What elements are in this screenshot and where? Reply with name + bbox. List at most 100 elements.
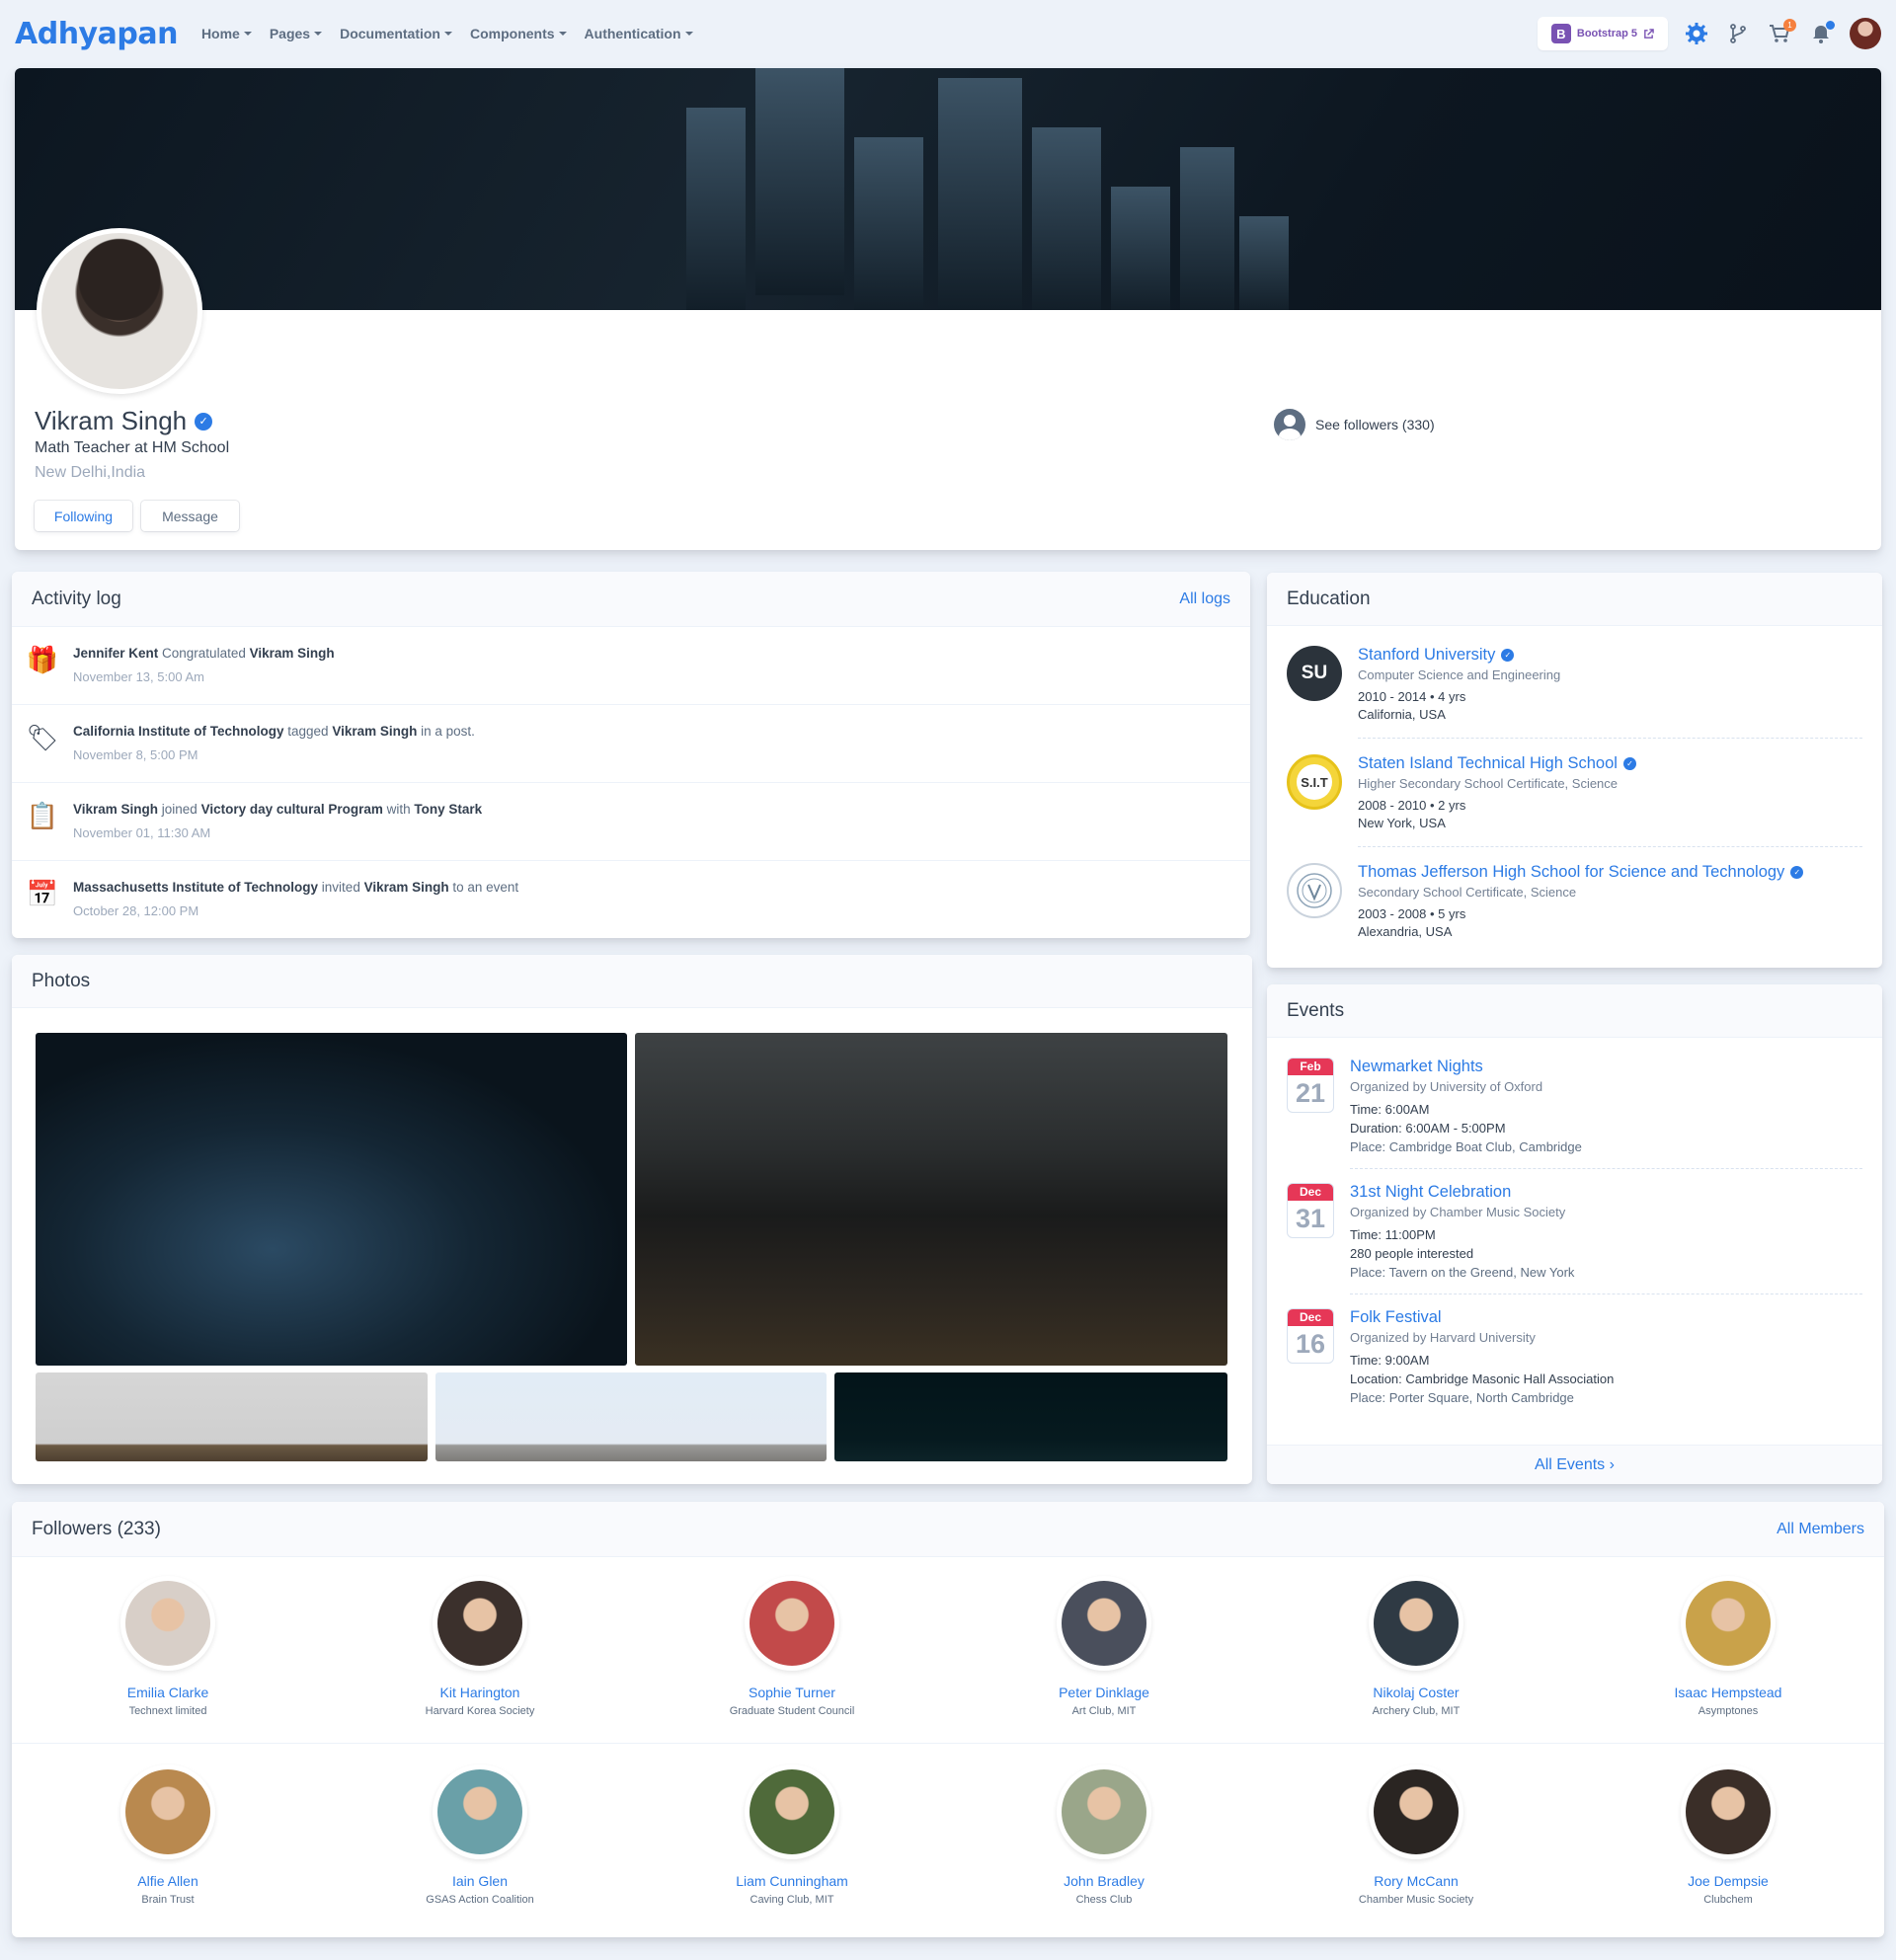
- follower-item[interactable]: Nikolaj Coster Archery Club, MIT: [1260, 1576, 1572, 1717]
- school-name-link[interactable]: Thomas Jefferson High School for Science…: [1358, 863, 1784, 882]
- follower-name[interactable]: Isaac Hempstead: [1572, 1685, 1884, 1700]
- follower-item[interactable]: Alfie Allen Brain Trust: [12, 1764, 324, 1906]
- calendar-icon: Dec 16: [1287, 1308, 1334, 1364]
- nav-documentation[interactable]: Documentation: [340, 26, 452, 41]
- follower-avatar[interactable]: [1369, 1576, 1463, 1671]
- tag-icon: 🏷: [26, 723, 59, 752]
- event-place: Place: Tavern on the Greend, New York: [1350, 1265, 1575, 1280]
- event-organizer: Organized by Chamber Music Society: [1350, 1205, 1566, 1219]
- follower-org: Asymptones: [1698, 1705, 1759, 1717]
- follower-name[interactable]: Alfie Allen: [12, 1873, 324, 1889]
- follower-name[interactable]: Iain Glen: [324, 1873, 636, 1889]
- events-card: Events Feb 21 Newmarket Nights Organized by…: [1267, 984, 1882, 1484]
- follower-name[interactable]: John Bradley: [948, 1873, 1260, 1889]
- profile-name: Vikram Singh ✓: [35, 406, 213, 436]
- all-members-link[interactable]: All Members: [1777, 1521, 1864, 1538]
- nav-pages[interactable]: Pages: [270, 26, 323, 41]
- event-detail: Time: 9:00AM: [1350, 1353, 1430, 1368]
- follower-avatar[interactable]: [745, 1576, 839, 1671]
- user-avatar[interactable]: [1850, 18, 1881, 49]
- profile-card: Vikram Singh ✓ Math Teacher at HM School…: [15, 68, 1881, 550]
- nav-authentication[interactable]: Authentication: [585, 26, 693, 41]
- activity-item[interactable]: 🏷 California Institute of Technology tagg…: [12, 705, 1250, 783]
- follower-avatar[interactable]: [1681, 1764, 1776, 1859]
- event-detail: 280 people interested: [1350, 1246, 1474, 1261]
- events-list: Feb 21 Newmarket Nights Organized by Univer…: [1267, 1038, 1882, 1405]
- follower-item[interactable]: Sophie Turner Graduate Student Council: [636, 1576, 948, 1717]
- follower-item[interactable]: Peter Dinklage Art Club, MIT: [948, 1576, 1260, 1717]
- all-logs-link[interactable]: All logs: [1179, 590, 1230, 608]
- all-events-link[interactable]: All Events ›: [1535, 1456, 1615, 1474]
- profile-location: New Delhi,India: [35, 464, 146, 481]
- follower-avatar[interactable]: [1369, 1764, 1463, 1859]
- follower-item[interactable]: Iain Glen GSAS Action Coalition: [324, 1764, 636, 1906]
- git-branch-icon[interactable]: [1725, 21, 1751, 46]
- follower-name[interactable]: Rory McCann: [1260, 1873, 1572, 1889]
- follower-avatar[interactable]: [1057, 1576, 1151, 1671]
- activity-time: November 13, 5:00 Am: [73, 668, 204, 684]
- message-button[interactable]: Message: [141, 501, 239, 531]
- follower-avatar[interactable]: [120, 1764, 215, 1859]
- event-place: Place: Porter Square, North Cambridge: [1350, 1390, 1574, 1405]
- activity-text: California Institute of Technology tagge…: [73, 724, 475, 739]
- school-place: Alexandria, USA: [1358, 924, 1453, 939]
- user-circle-icon: [1274, 409, 1305, 440]
- follower-item[interactable]: Joe Dempsie Clubchem: [1572, 1764, 1884, 1906]
- follower-org: Graduate Student Council: [729, 1705, 855, 1717]
- verified-badge-icon: ✓: [195, 412, 213, 431]
- nav-components[interactable]: Components: [470, 26, 567, 41]
- photo-landscape-1[interactable]: [36, 1372, 428, 1461]
- follower-item[interactable]: John Bradley Chess Club: [948, 1764, 1260, 1906]
- photo-dark[interactable]: [834, 1372, 1227, 1461]
- follower-avatar[interactable]: [433, 1576, 527, 1671]
- school-place: California, USA: [1358, 707, 1446, 722]
- follower-name[interactable]: Emilia Clarke: [12, 1685, 324, 1700]
- follower-item[interactable]: Liam Cunningham Caving Club, MIT: [636, 1764, 948, 1906]
- activity-text: Massachusetts Institute of Technology in…: [73, 880, 519, 895]
- divider: [1358, 846, 1862, 847]
- event-name-link[interactable]: Folk Festival: [1350, 1308, 1442, 1326]
- event-place: Place: Cambridge Boat Club, Cambridge: [1350, 1139, 1582, 1154]
- photo-city-skyline[interactable]: [635, 1033, 1227, 1366]
- follower-item[interactable]: Emilia Clarke Technext limited: [12, 1576, 324, 1717]
- event-detail: Time: 11:00PM: [1350, 1227, 1436, 1242]
- stanford-logo: SU: [1287, 646, 1342, 701]
- school-name-link[interactable]: Staten Island Technical High School: [1358, 754, 1618, 773]
- photo-city-aerial[interactable]: [36, 1033, 627, 1366]
- event-name-link[interactable]: 31st Night Celebration: [1350, 1183, 1511, 1201]
- event-name-link[interactable]: Newmarket Nights: [1350, 1058, 1483, 1075]
- divider: [1358, 738, 1862, 739]
- verified-badge-icon: ✓: [1501, 649, 1515, 662]
- gear-icon[interactable]: [1684, 21, 1709, 46]
- cart-icon[interactable]: 1: [1767, 19, 1796, 46]
- follower-avatar[interactable]: [1681, 1576, 1776, 1671]
- bell-icon[interactable]: [1808, 21, 1835, 46]
- photo-landscape-2[interactable]: [435, 1372, 827, 1461]
- activity-item[interactable]: 📅 Massachusetts Institute of Technology i…: [12, 861, 1250, 938]
- follower-name[interactable]: Kit Harington: [324, 1685, 636, 1700]
- follower-item[interactable]: Kit Harington Harvard Korea Society: [324, 1576, 636, 1717]
- cover-image: [15, 68, 1881, 310]
- follower-item[interactable]: Rory McCann Chamber Music Society: [1260, 1764, 1572, 1906]
- follower-avatar[interactable]: [1057, 1764, 1151, 1859]
- bootstrap-badge[interactable]: B Bootstrap 5: [1537, 17, 1668, 50]
- follower-org: Archery Club, MIT: [1372, 1705, 1461, 1717]
- follower-name[interactable]: Sophie Turner: [636, 1685, 948, 1700]
- activity-item[interactable]: 🎁 Jennifer Kent Congratulated Vikram Sing…: [12, 627, 1250, 705]
- brand-logo[interactable]: Adhyapan: [15, 17, 178, 51]
- follower-item[interactable]: Isaac Hempstead Asymptones: [1572, 1576, 1884, 1717]
- follower-name[interactable]: Liam Cunningham: [636, 1873, 948, 1889]
- following-button[interactable]: Following: [35, 501, 132, 531]
- activity-item[interactable]: 📋 Vikram Singh joined Victory day cultura…: [12, 783, 1250, 861]
- follower-avatar[interactable]: [745, 1764, 839, 1859]
- school-name-link[interactable]: Stanford University: [1358, 646, 1495, 665]
- follower-name[interactable]: Nikolaj Coster: [1260, 1685, 1572, 1700]
- follower-name[interactable]: Joe Dempsie: [1572, 1873, 1884, 1889]
- follower-name[interactable]: Peter Dinklage: [948, 1685, 1260, 1700]
- follower-avatar[interactable]: [120, 1576, 215, 1671]
- see-followers-link[interactable]: See followers (330): [1274, 409, 1435, 440]
- nav-home[interactable]: Home: [201, 26, 252, 41]
- school-field: Higher Secondary School Certificate, Sci…: [1358, 776, 1619, 791]
- follower-avatar[interactable]: [433, 1764, 527, 1859]
- follower-org: Brain Trust: [141, 1894, 195, 1906]
